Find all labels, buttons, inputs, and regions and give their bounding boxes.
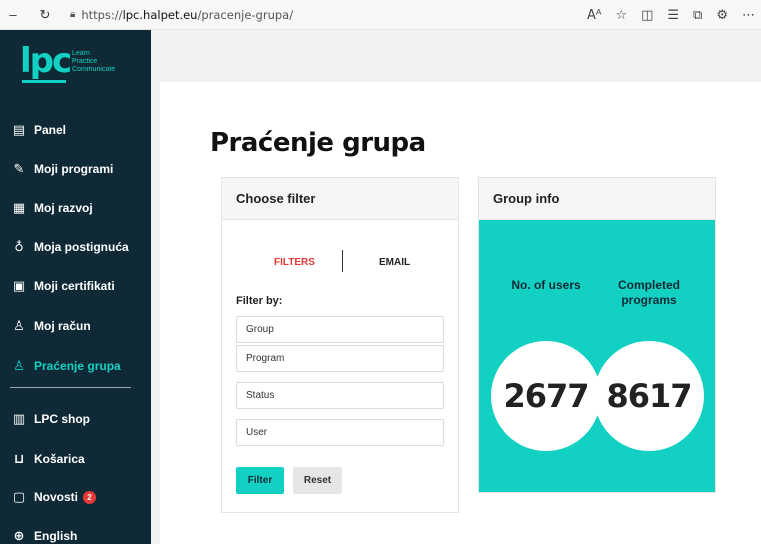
logo-tagline-communicate: Communicate xyxy=(72,66,116,73)
logo-mark: lpc xyxy=(20,41,72,81)
url-prefix: https:// xyxy=(81,7,123,22)
browser-toolbar: – ↻ 🔒︎ https://lpc.halpet.eu/pracenje-gr… xyxy=(0,0,761,30)
extensions-icon[interactable]: ⚙ xyxy=(716,8,728,23)
address-bar[interactable]: 🔒︎ https://lpc.halpet.eu/pracenje-grupa/ xyxy=(70,4,293,26)
collections-icon[interactable]: ⧉ xyxy=(693,8,702,23)
programs-icon: ✎ xyxy=(13,161,25,177)
group-info-card: Group info No. of users Completed progra… xyxy=(478,177,716,493)
logo-tagline-learn: Learn xyxy=(72,50,90,57)
sidebar-item-label: Praćenje grupa xyxy=(34,359,121,373)
sidebar-item-label: Novosti xyxy=(34,490,79,504)
favorite-star-icon[interactable]: ☆ xyxy=(615,8,627,23)
sidebar-item-label: Moja postignuća xyxy=(34,240,129,254)
sidebar-item-moji-programi[interactable]: ✎ Moji programi xyxy=(10,159,114,179)
tab-separator xyxy=(342,250,343,272)
sidebar-divider xyxy=(10,387,131,388)
completed-programs-label: Completed programs xyxy=(599,278,699,308)
sidebar-item-english[interactable]: ⊕ English xyxy=(10,526,78,546)
program-select[interactable]: Program xyxy=(236,345,444,372)
sidebar-item-label: English xyxy=(34,529,78,543)
page-title: Praćenje grupa xyxy=(210,128,426,158)
lpc-logo[interactable]: lpc Learn Practice Communicate xyxy=(20,44,130,84)
content-panel: Praćenje grupa Choose filter FILTERS EMA… xyxy=(160,82,761,544)
minus-icon[interactable]: – xyxy=(2,4,24,26)
medal-icon: ♁ xyxy=(14,239,24,255)
tab-filters[interactable]: FILTERS xyxy=(274,257,315,268)
certificate-icon: ▣ xyxy=(12,278,26,294)
lock-icon: 🔒︎ xyxy=(70,9,76,20)
logo-tagline: Learn Practice Communicate xyxy=(72,50,115,74)
user-icon: ♙ xyxy=(13,318,25,334)
sidebar-item-label: LPC shop xyxy=(34,412,90,426)
filter-card-title: Choose filter xyxy=(222,178,458,220)
completed-count-circle: 8617 xyxy=(594,341,704,451)
panel-icon: ▤ xyxy=(12,122,26,138)
sidebar-item-kosarica[interactable]: ⊔ Košarica xyxy=(10,449,85,469)
sidebar-item-label: Košarica xyxy=(34,452,85,466)
globe-icon: ⊕ xyxy=(13,528,25,544)
news-icon: ▢ xyxy=(12,489,26,505)
main-area: Praćenje grupa Choose filter FILTERS EMA… xyxy=(151,30,761,544)
completed-label-line2: programs xyxy=(621,293,677,307)
sidebar-item-label: Moji certifikati xyxy=(34,279,115,293)
logo-underline xyxy=(22,80,66,83)
read-aloud-icon[interactable]: Aᴬ xyxy=(587,8,602,23)
development-icon: ▦ xyxy=(12,200,26,216)
sidebar: lpc Learn Practice Communicate ▤ Panel ✎… xyxy=(0,30,151,544)
tab-email[interactable]: EMAIL xyxy=(379,257,410,268)
url-host: lpc.halpet.eu xyxy=(122,7,198,22)
completed-label-line1: Completed xyxy=(617,278,680,292)
more-icon[interactable]: ⋯ xyxy=(742,8,755,23)
users-count-circle: 2677 xyxy=(491,341,601,451)
sidebar-item-moj-racun[interactable]: ♙ Moj račun xyxy=(10,316,91,336)
sidebar-item-label: Moj razvoj xyxy=(34,201,93,215)
split-screen-icon[interactable]: ◫ xyxy=(641,8,653,23)
filter-by-label: Filter by: xyxy=(236,295,283,307)
sidebar-item-moj-razvoj[interactable]: ▦ Moj razvoj xyxy=(10,198,93,218)
users-label: No. of users xyxy=(511,278,581,292)
reset-button[interactable]: Reset xyxy=(293,467,342,494)
favorites-list-icon[interactable]: ☰ xyxy=(667,8,679,23)
group-icon: ♙ xyxy=(13,358,25,374)
group-info-title: Group info xyxy=(479,178,715,220)
sidebar-item-label: Moj račun xyxy=(34,319,91,333)
logo-tagline-practice: Practice xyxy=(72,58,98,65)
browser-tools: Aᴬ ☆ ◫ ☰ ⧉ ⚙ ⋯ xyxy=(587,0,755,30)
cart-icon: ⊔ xyxy=(13,451,25,467)
user-select[interactable]: User xyxy=(236,419,444,446)
sidebar-item-label: Panel xyxy=(34,123,67,137)
url-path: /pracenje-grupa/ xyxy=(197,7,294,22)
news-badge: 2 xyxy=(83,490,97,504)
filter-tabs: FILTERS EMAIL xyxy=(222,248,460,278)
sidebar-item-lpc-shop[interactable]: ▥ LPC shop xyxy=(10,409,90,429)
sidebar-item-pracenje-grupa[interactable]: ♙ Praćenje grupa xyxy=(10,356,121,376)
refresh-icon[interactable]: ↻ xyxy=(34,4,56,26)
sidebar-item-panel[interactable]: ▤ Panel xyxy=(10,120,66,140)
sidebar-item-moji-certifikati[interactable]: ▣ Moji certifikati xyxy=(10,276,115,296)
sidebar-item-label: Moji programi xyxy=(34,162,114,176)
group-select[interactable]: Group xyxy=(236,316,444,343)
status-select[interactable]: Status xyxy=(236,382,444,409)
filter-button[interactable]: Filter xyxy=(236,467,284,494)
sidebar-item-novosti[interactable]: ▢ Novosti 2 xyxy=(10,487,97,507)
sidebar-item-moja-postignuca[interactable]: ♁ Moja postignuća xyxy=(10,237,129,257)
filter-card: Choose filter FILTERS EMAIL Filter by: G… xyxy=(221,177,459,513)
shop-icon: ▥ xyxy=(12,411,26,427)
